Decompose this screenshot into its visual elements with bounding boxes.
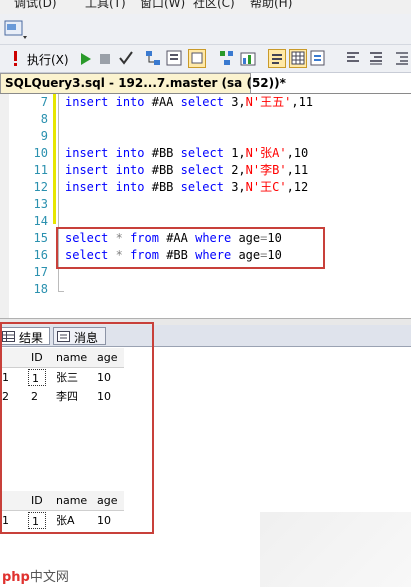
line-number: 16 (33, 248, 48, 262)
stop-icon[interactable] (99, 53, 111, 65)
results-to-grid-icon[interactable] (289, 49, 307, 68)
results-to-text-icon[interactable] (268, 49, 286, 68)
standard-toolbar (0, 14, 411, 45)
comment-lines-icon[interactable] (345, 50, 361, 67)
include-plan-icon[interactable] (219, 50, 235, 67)
code-token: insert (65, 180, 109, 194)
code-token: ,10 (286, 146, 309, 160)
code-token: #BB (144, 146, 181, 160)
code-token: into (115, 180, 145, 194)
code-text[interactable]: insert into #BB select 2,N'李B',11 (65, 162, 308, 179)
code-line: 9 (0, 128, 411, 145)
client-statistics-icon[interactable] (240, 50, 256, 67)
code-token: ,12 (286, 180, 309, 194)
code-token: select (180, 95, 224, 109)
code-token: 2, (223, 163, 246, 177)
code-token: ,11 (291, 95, 314, 109)
code-line: 13 (0, 196, 411, 213)
line-number: 15 (33, 231, 48, 245)
code-token: #BB (144, 180, 181, 194)
code-line: 10 insert into #BB select 1,N'张A',10 (0, 145, 411, 162)
menu-bar: 调试(D) 工具(T) 窗口(W) 社区(C) 帮助(H) (0, 0, 411, 14)
display-plan-icon[interactable] (145, 50, 161, 67)
menu-help[interactable]: 帮助(H) (250, 0, 292, 11)
code-token: select (180, 146, 224, 160)
menu-window[interactable]: 窗口(W) (140, 0, 185, 11)
code-token: ,11 (286, 163, 309, 177)
execute-button[interactable]: 执行(X) (27, 51, 69, 68)
code-token: insert (65, 95, 109, 109)
menu-tools[interactable]: 工具(T) (85, 0, 126, 11)
uncomment-lines-icon[interactable] (368, 50, 384, 67)
code-line: 12 insert into #BB select 3,N'王C',12 (0, 179, 411, 196)
code-token: select (180, 180, 224, 194)
code-token: N'张A' (245, 146, 287, 160)
line-number: 17 (33, 265, 48, 279)
query-options-icon[interactable] (166, 50, 182, 67)
tab-sqlquery3[interactable]: SQLQuery3.sql - 192...7.master (sa (52))… (0, 73, 286, 93)
line-number: 8 (40, 112, 48, 126)
code-line: 18 (0, 281, 411, 298)
code-token: select (180, 163, 224, 177)
code-token: into (115, 163, 145, 177)
code-text[interactable]: insert into #BB select 3,N'王C',12 (65, 179, 308, 196)
code-line: 11 insert into #BB select 2,N'李B',11 (0, 162, 411, 179)
menu-debug[interactable]: 调试(D) (14, 0, 57, 11)
code-token: #BB (144, 163, 181, 177)
line-number: 12 (33, 180, 48, 194)
line-number: 13 (33, 197, 48, 211)
code-text[interactable]: insert into #AA select 3,N'王五',11 (65, 94, 313, 111)
code-token: 3, (223, 180, 246, 194)
watermark: php中文网 (2, 566, 69, 585)
parse-check-icon[interactable] (119, 51, 133, 65)
code-token: insert (65, 163, 109, 177)
code-token: N'李B' (245, 163, 287, 177)
code-token: N'王五' (245, 95, 292, 109)
code-token: insert (65, 146, 109, 160)
debug-icon[interactable] (80, 52, 92, 66)
code-line: 8 (0, 111, 411, 128)
line-number: 7 (40, 95, 48, 109)
menu-community[interactable]: 社区(C) (193, 0, 235, 11)
intellisense-icon[interactable] (188, 49, 206, 68)
line-number: 11 (33, 163, 48, 177)
execute-icon[interactable] (12, 51, 20, 67)
code-token: into (115, 146, 145, 160)
watermark-site: 中文网 (29, 570, 69, 585)
code-token: 1, (223, 146, 246, 160)
line-number: 18 (33, 282, 48, 296)
code-token: 3, (223, 95, 246, 109)
tab-title: SQLQuery3.sql - 192...7.master (sa (52))… (5, 76, 286, 90)
line-number: 10 (33, 146, 48, 160)
watermark-brand: php (2, 570, 30, 585)
indent-icon[interactable] (394, 50, 410, 67)
code-token: #AA (144, 95, 181, 109)
line-number: 9 (40, 129, 48, 143)
code-text[interactable]: insert into #BB select 1,N'张A',10 (65, 145, 308, 162)
solution-explorer-icon[interactable] (4, 19, 28, 39)
line-number: 14 (33, 214, 48, 228)
code-line: 7 insert into #AA select 3,N'王五',11 (0, 94, 411, 111)
code-token: N'王C' (245, 180, 287, 194)
highlight-box-results (0, 322, 154, 534)
highlight-box-select-queries (56, 227, 325, 269)
code-token: into (115, 95, 145, 109)
watermark-image (260, 512, 411, 587)
results-to-file-icon[interactable] (310, 50, 326, 67)
